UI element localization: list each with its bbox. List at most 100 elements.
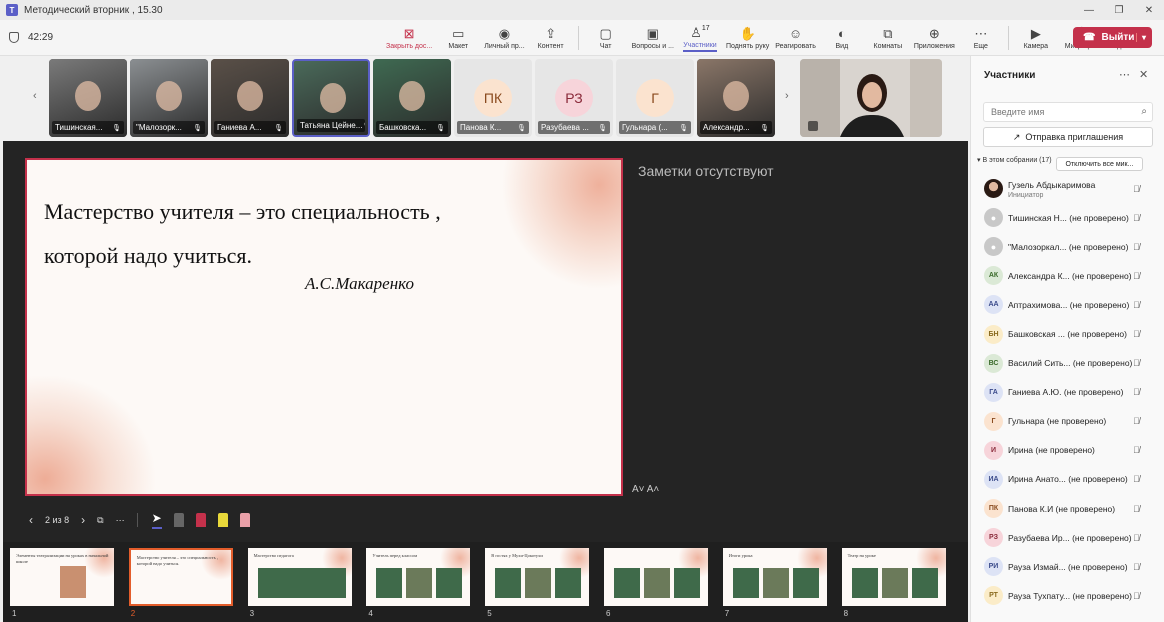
participant-search-input[interactable]: Введите имя ⌕ — [983, 102, 1153, 122]
next-slide-icon[interactable]: › — [81, 513, 85, 527]
more-options-icon[interactable]: ⋯ — [116, 515, 125, 526]
toolbar-qa-button[interactable]: ▣ Вопросы и ... — [629, 20, 677, 56]
eraser-icon[interactable] — [239, 513, 250, 527]
participant-tile[interactable]: "Малозорк... 🎙 — [130, 59, 208, 137]
slide-thumbnail[interactable]: Учитель перед классом — [366, 548, 471, 606]
presenter-video-tile[interactable] — [800, 59, 942, 137]
title-bar: T Методический вторник , 15.30 — ❐ ✕ — [0, 0, 1164, 20]
toolbar-more-button[interactable]: ⋯ Еще — [958, 20, 1004, 56]
close-icon[interactable]: ✕ — [1134, 0, 1164, 20]
mic-off-icon[interactable]: 🎙̸ — [1133, 329, 1140, 339]
mic-off-icon[interactable]: 🎙̸ — [1133, 300, 1140, 310]
person-icon: ● — [984, 208, 1003, 228]
mic-off-icon[interactable]: 🎙̸ — [1133, 213, 1140, 223]
close-icon[interactable]: ✕ — [1139, 68, 1148, 81]
participant-tile[interactable]: Ганиева А... 🎙 — [211, 59, 289, 137]
chevron-down-icon[interactable]: ▾ — [1135, 33, 1146, 42]
participant-tile[interactable]: Башковска... 🎙 — [373, 59, 451, 137]
chevron-left-icon[interactable]: ‹ — [33, 90, 37, 102]
toolbar-rooms-button[interactable]: ⧉ Комнаты — [865, 20, 911, 56]
participant-list-item[interactable]: Гузель Абдыкаримова Инициатор 🎙̸ — [971, 174, 1164, 203]
font-size-controls[interactable]: A˅ A˄ — [632, 484, 659, 495]
quote-line-1: Мастерство учителя – это специальность , — [44, 199, 441, 224]
meeting-toolbar: 42:29 ⊠ Закрыть дос... ▭ Макет ◉ Личный пр...… — [0, 20, 1164, 56]
participant-tile[interactable]: ПК Панова К... 🎙 — [454, 59, 532, 137]
toolbar-apps-button[interactable]: ⊕ Приложения — [911, 20, 958, 56]
toolbar-camera-button[interactable]: ▶ Камера — [1013, 20, 1059, 56]
mic-off-icon[interactable]: 🎙̸ — [1133, 416, 1140, 426]
send-invite-button[interactable]: ↗ Отправка приглашения — [983, 127, 1153, 147]
mic-off-icon[interactable]: 🎙̸ — [1133, 562, 1140, 572]
participant-name-label: Тишинская... 🎙 — [52, 121, 124, 134]
more-icon[interactable]: ⋯ — [1119, 68, 1130, 81]
toolbar-layout-button[interactable]: ▭ Макет — [435, 20, 481, 56]
participant-list-item[interactable]: АА Аптрахимова... (не проверено) 🎙̸ — [971, 290, 1164, 319]
slide-thumbnail[interactable]: Итоги урока — [722, 548, 827, 606]
previous-slide-icon[interactable]: ‹ — [29, 513, 33, 527]
toolbar-participants-button[interactable]: ♙ 17 Участники — [677, 20, 723, 56]
participant-list-item[interactable]: РИ Рауза Измай... (не проверено) 🎙̸ — [971, 552, 1164, 581]
participant-list-item[interactable]: ПК Панова К.И (не проверено) 🎙̸ — [971, 494, 1164, 523]
toolbar-react-button[interactable]: ☺ Реагировать — [772, 20, 819, 56]
thumbnail-photo — [376, 568, 403, 598]
slide-thumbnail[interactable]: Мастерство учителя – это специальность ,… — [128, 548, 233, 606]
mic-off-icon[interactable]: 🎙̸ — [1133, 504, 1140, 514]
toolbar-chat-button[interactable]: ▢ Чат — [583, 20, 629, 56]
grid-view-icon[interactable]: ⧉ — [97, 515, 103, 526]
mic-off-icon[interactable]: 🎙̸ — [1133, 591, 1140, 601]
slide-thumbnail[interactable] — [604, 548, 708, 606]
toolbar-label: Камера — [1023, 43, 1049, 50]
slide-thumbnail[interactable]: Элементы театрализации на уроках в начал… — [10, 548, 114, 606]
mic-off-icon[interactable]: 🎙̸ — [1133, 358, 1140, 368]
page-counter: 2 из 8 — [45, 515, 70, 525]
mic-off-icon[interactable]: 🎙̸ — [1133, 387, 1140, 397]
participant-list-item[interactable]: ИА Ирина Анато... (не проверено) 🎙̸ — [971, 465, 1164, 494]
toolbar-private-view-button[interactable]: ◉ Личный пр... — [481, 20, 527, 56]
participant-list-item[interactable]: ● Тишинская Н... (не проверено) 🎙̸ — [971, 203, 1164, 232]
pen-black-icon[interactable] — [173, 513, 184, 527]
toolbar-view-button[interactable]: ◐ Вид — [819, 20, 865, 56]
mute-all-button[interactable]: Отключить все мик... — [1056, 157, 1143, 171]
participant-list-item[interactable]: ВС Василий Сить... (не проверено) 🎙̸ — [971, 349, 1164, 378]
slide-thumbnail[interactable]: В гостях у Мухи-Цокотухи — [485, 548, 590, 606]
participant-tile[interactable]: Г Гульнара (... 🎙 — [616, 59, 694, 137]
participant-tile[interactable]: Александр... 🎙 — [697, 59, 775, 137]
thumbnail-text: Мастерство учителя – это специальность ,… — [136, 555, 218, 566]
pen-red-icon[interactable] — [195, 513, 206, 527]
laser-pointer-icon[interactable]: ➤ — [151, 511, 162, 529]
chevron-right-icon[interactable]: › — [785, 90, 789, 102]
highlighter-icon[interactable] — [217, 513, 228, 527]
participant-tile[interactable]: Тишинская... 🎙 — [49, 59, 127, 137]
toolbar-stop-share-button[interactable]: ⊠ Закрыть дос... — [383, 20, 435, 56]
leave-button[interactable]: ☎ Выйти ▾ — [1073, 27, 1152, 48]
participant-list-item[interactable]: РЗ Разубаева Ир... (не проверено) 🎙̸ — [971, 523, 1164, 552]
participant-list-item[interactable]: Г Гульнара (не проверено) 🎙̸ — [971, 407, 1164, 436]
minimize-icon[interactable]: — — [1074, 0, 1104, 20]
mic-off-icon[interactable]: 🎙̸ — [1133, 271, 1140, 281]
participant-list-item[interactable]: РТ Рауза Тухпату... (не проверено) 🎙̸ — [971, 581, 1164, 610]
search-icon[interactable]: ⌕ — [1141, 103, 1147, 121]
react-icon: ☺ — [788, 26, 803, 41]
participant-list-item[interactable]: И Ирина (не проверено) 🎙̸ — [971, 436, 1164, 465]
toolbar-label: Закрыть дос... — [386, 43, 433, 50]
in-meeting-section-toggle[interactable]: ▾ В этом собрании (17) — [977, 156, 1057, 165]
participant-tile[interactable]: Татьяна Цейне...🎙 — [292, 59, 370, 137]
avatar: ВС — [984, 353, 1003, 373]
participant-list-item[interactable]: АК Александра К... (не проверено) 🎙̸ — [971, 261, 1164, 290]
mic-off-icon[interactable]: 🎙̸ — [1133, 445, 1140, 455]
toolbar-label: Личный пр... — [484, 43, 525, 50]
slide-thumbnail[interactable]: Мастерство педагога — [247, 548, 352, 606]
participant-name: Панова К... — [460, 123, 502, 132]
participant-list-item[interactable]: ГА Ганиева А.Ю. (не проверено) 🎙̸ — [971, 378, 1164, 407]
participant-list-item[interactable]: ● "Малозоркал... (не проверено) 🎙̸ — [971, 232, 1164, 261]
mic-off-icon[interactable]: 🎙̸ — [1133, 474, 1140, 484]
slide-thumbnail[interactable]: Театр на уроке — [841, 548, 946, 606]
mic-off-icon[interactable]: 🎙̸ — [1133, 184, 1140, 194]
participant-tile[interactable]: РЗ Разубаева ... 🎙 — [535, 59, 613, 137]
mic-off-icon[interactable]: 🎙̸ — [1133, 533, 1140, 543]
toolbar-raise-hand-button[interactable]: ✋ Поднять руку — [723, 20, 772, 56]
mic-off-icon[interactable]: 🎙̸ — [1133, 242, 1140, 252]
participant-list-item[interactable]: БН Башковская ... (не проверено) 🎙̸ — [971, 319, 1164, 348]
toolbar-content-button[interactable]: ⇪ Контент — [528, 20, 574, 56]
maximize-icon[interactable]: ❐ — [1104, 0, 1134, 20]
